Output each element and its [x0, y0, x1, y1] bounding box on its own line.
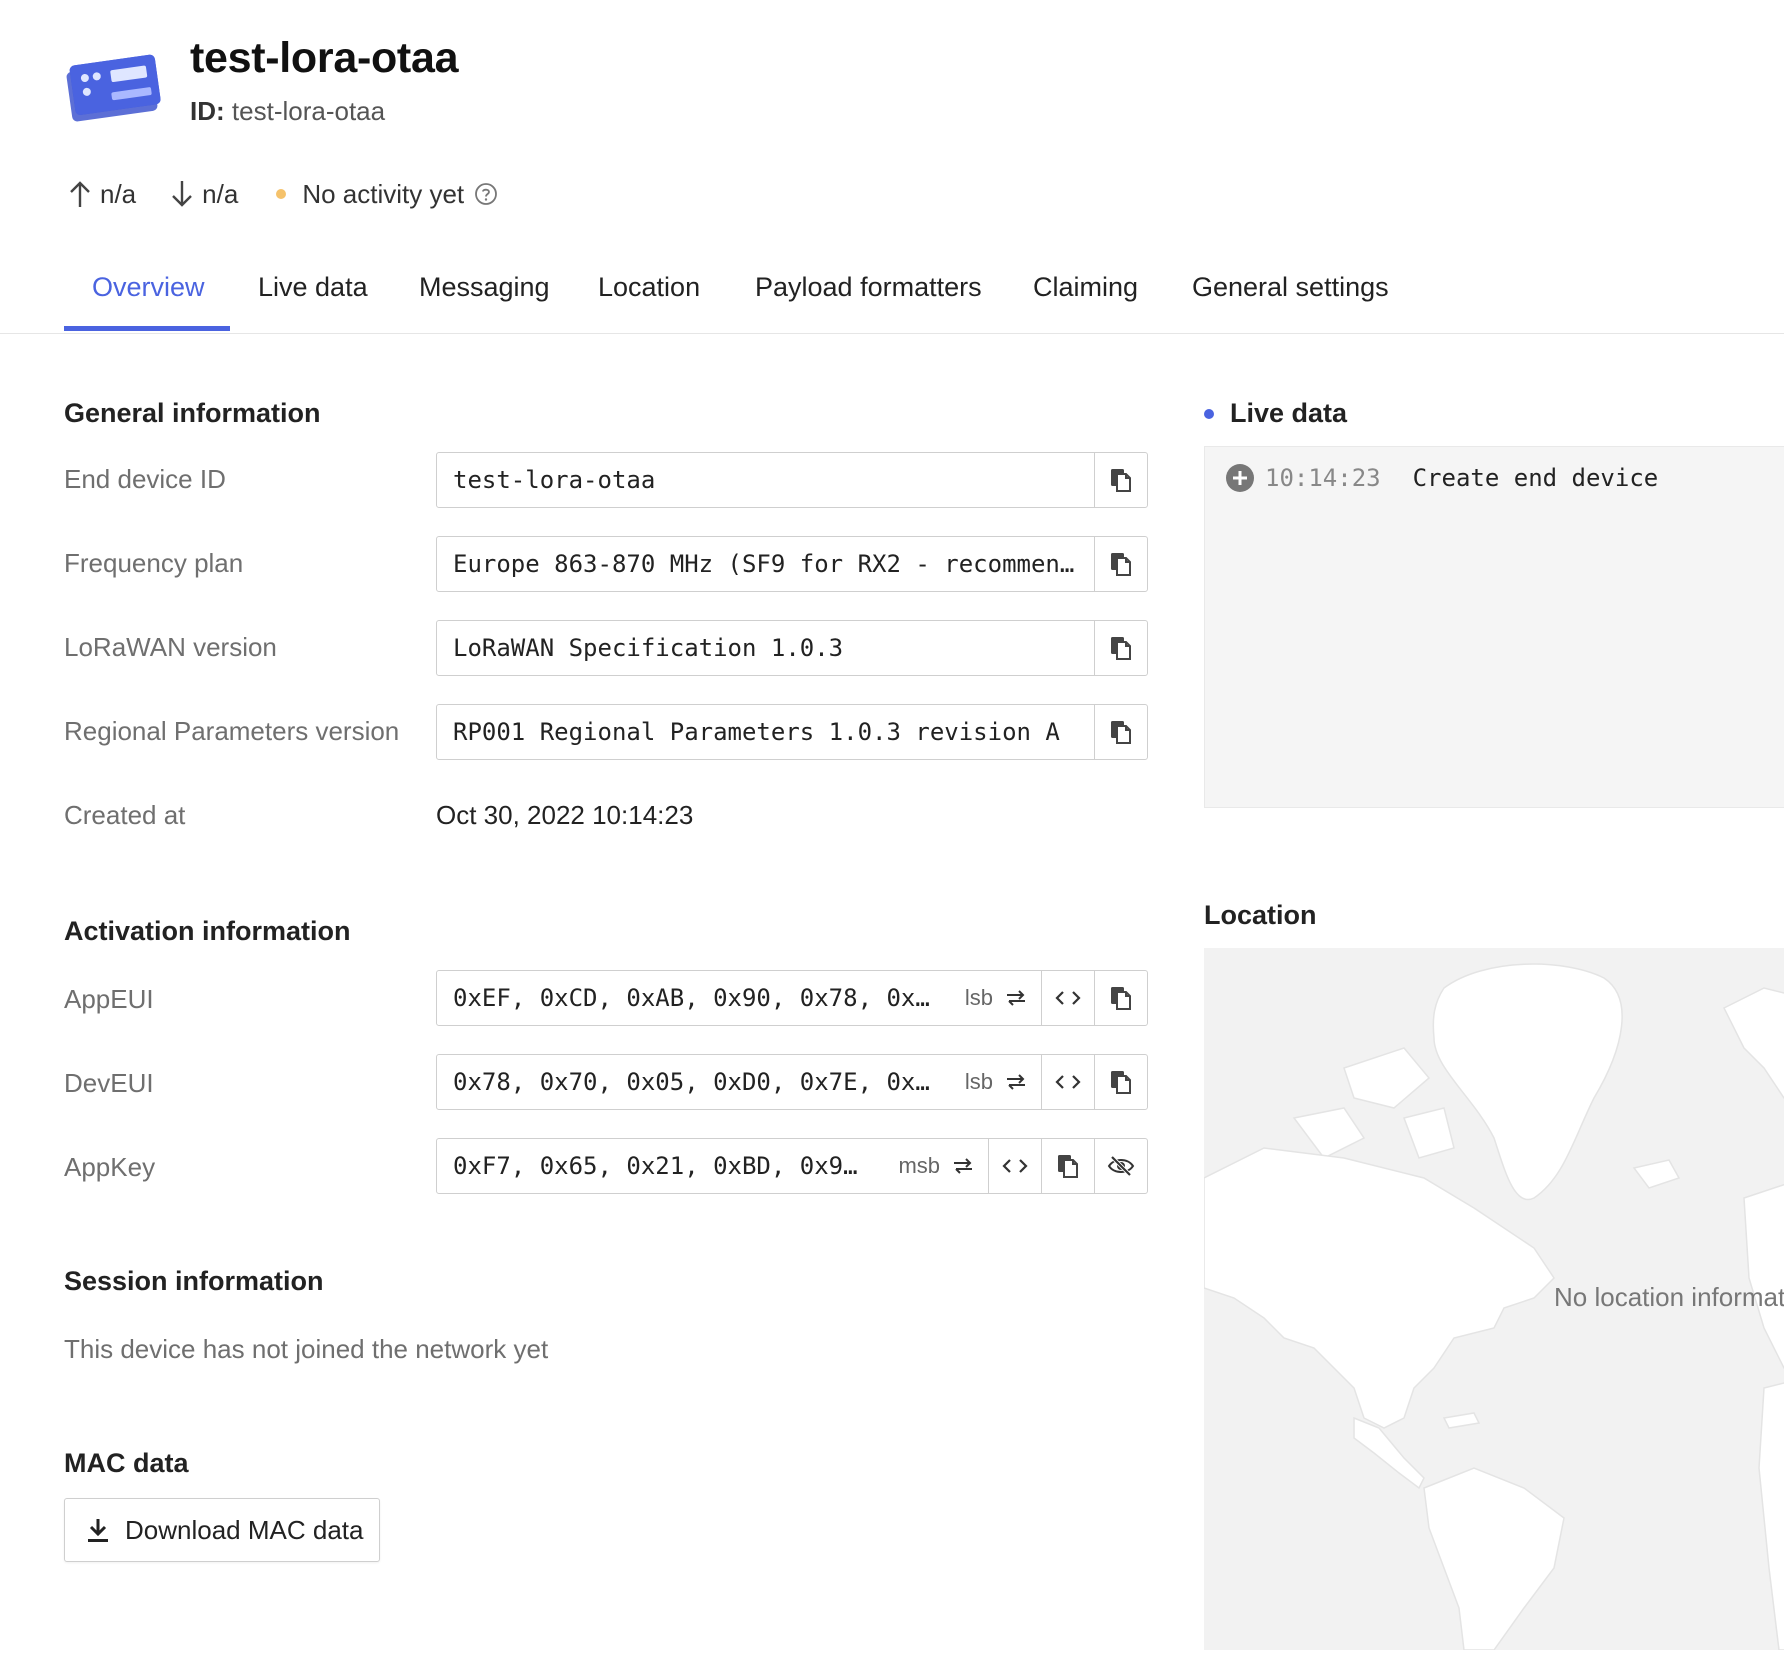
arrow-up-icon: [70, 181, 90, 207]
mac-data-heading: MAC data: [64, 1448, 189, 1478]
regional-params-value: RP001 Regional Parameters 1.0.3 revision…: [453, 718, 1060, 746]
event-text: Create end device: [1412, 464, 1659, 492]
lorawan-version-field: LoRaWAN Specification 1.0.3: [436, 620, 1148, 676]
activity-bar: n/a n/a No activity yet: [66, 176, 498, 212]
end-device-id-value: test-lora-otaa: [453, 466, 656, 494]
appkey-value: 0xF7, 0x65, 0x21, 0xBD, 0x9…: [453, 1152, 858, 1180]
tab-general-settings[interactable]: General settings: [1192, 272, 1389, 334]
toggle-format-button[interactable]: [1042, 1055, 1094, 1109]
byte-order-label: lsb: [964, 985, 993, 1010]
code-icon: [1055, 991, 1081, 1005]
tab-payload-formatters[interactable]: Payload formatters: [755, 272, 982, 334]
event-time: 10:14:23: [1265, 464, 1381, 492]
copy-button[interactable]: [1095, 453, 1147, 507]
location-map[interactable]: No location information: [1204, 948, 1784, 1650]
event-row[interactable]: 10:14:23 Create end device: [1225, 463, 1658, 493]
eye-off-icon: [1107, 1155, 1135, 1177]
end-device-icon: [64, 46, 164, 122]
appeui-label: AppEUI: [64, 984, 154, 1014]
general-info-heading: General information: [64, 398, 321, 428]
help-icon[interactable]: [474, 182, 498, 206]
appeui-value: 0xEF, 0xCD, 0xAB, 0x90, 0x78, 0x…: [453, 984, 930, 1012]
copy-button[interactable]: [1095, 971, 1147, 1025]
code-icon: [1055, 1075, 1081, 1089]
copy-button[interactable]: [1095, 1055, 1147, 1109]
swap-icon: [1007, 990, 1025, 1006]
frequency-plan-field: Europe 863-870 MHz (SF9 for RX2 - recomm…: [436, 536, 1148, 592]
frequency-plan-value: Europe 863-870 MHz (SF9 for RX2 - recomm…: [453, 550, 1075, 578]
status-dot: [276, 189, 287, 199]
created-at-value: Oct 30, 2022 10:14:23: [436, 800, 694, 830]
uplink-stat: n/a: [66, 179, 136, 210]
copy-icon: [1111, 721, 1131, 744]
device-id-line: ID: test-lora-otaa: [190, 96, 385, 127]
lorawan-version-value: LoRaWAN Specification 1.0.3: [453, 634, 844, 662]
deveui-label: DevEUI: [64, 1068, 154, 1098]
copy-icon: [1111, 553, 1131, 576]
live-data-panel[interactable]: 10:14:23 Create end device: [1204, 446, 1784, 808]
copy-button[interactable]: [1095, 537, 1147, 591]
arrow-down-icon: [172, 181, 193, 207]
active-tab-indicator: [64, 326, 230, 331]
end-device-id-field: test-lora-otaa: [436, 452, 1148, 508]
tab-bar: Overview Live data Messaging Location Pa…: [0, 262, 1784, 334]
regional-params-field: RP001 Regional Parameters 1.0.3 revision…: [436, 704, 1148, 760]
deveui-value: 0x78, 0x70, 0x05, 0xD0, 0x7E, 0x…: [453, 1068, 930, 1096]
swap-icon: [954, 1158, 972, 1174]
no-location-message: No location information: [1554, 1282, 1784, 1312]
download-mac-data-button[interactable]: Download MAC data: [64, 1498, 380, 1562]
device-id-value: test-lora-otaa: [231, 96, 386, 126]
live-data-title: Live data: [1230, 398, 1348, 428]
downlink-stat: n/a: [168, 179, 238, 210]
byte-order-label: msb: [898, 1153, 940, 1178]
copy-button[interactable]: [1095, 705, 1147, 759]
download-icon: [88, 1519, 108, 1542]
byte-order-toggle[interactable]: msb: [892, 1139, 988, 1193]
copy-icon: [1111, 987, 1131, 1010]
lorawan-version-label: LoRaWAN version: [64, 632, 277, 662]
deveui-field: 0x78, 0x70, 0x05, 0xD0, 0x7E, 0x… lsb: [436, 1054, 1148, 1110]
live-data-heading: Live data: [1204, 398, 1347, 429]
session-note: This device has not joined the network y…: [64, 1334, 549, 1364]
show-key-button[interactable]: [1095, 1139, 1147, 1193]
copy-icon: [1111, 1071, 1131, 1094]
copy-icon: [1111, 637, 1131, 660]
tab-messaging[interactable]: Messaging: [419, 272, 550, 334]
tab-live-data[interactable]: Live data: [258, 272, 368, 334]
device-id-label: ID:: [190, 96, 225, 126]
swap-icon: [1007, 1074, 1025, 1090]
live-indicator-dot: [1204, 408, 1214, 419]
created-at-label: Created at: [64, 800, 186, 830]
toggle-format-button[interactable]: [1042, 971, 1094, 1025]
copy-button[interactable]: [1095, 621, 1147, 675]
page-title: test-lora-otaa: [190, 34, 459, 82]
copy-icon: [1111, 469, 1131, 492]
frequency-plan-label: Frequency plan: [64, 548, 244, 578]
session-info-heading: Session information: [64, 1266, 324, 1296]
appeui-field: 0xEF, 0xCD, 0xAB, 0x90, 0x78, 0x… lsb: [436, 970, 1148, 1026]
activity-status: No activity yet: [302, 178, 465, 209]
downlink-count: n/a: [202, 178, 239, 209]
appkey-label: AppKey: [64, 1152, 156, 1182]
activation-info-heading: Activation information: [64, 916, 351, 946]
plus-circle-icon: [1226, 464, 1254, 492]
tab-location[interactable]: Location: [598, 272, 700, 334]
tab-overview[interactable]: Overview: [92, 272, 205, 334]
end-device-id-label: End device ID: [64, 464, 226, 494]
code-icon: [1002, 1159, 1028, 1173]
byte-order-toggle[interactable]: lsb: [959, 971, 1041, 1025]
appkey-field: 0xF7, 0x65, 0x21, 0xBD, 0x9… msb: [436, 1138, 1148, 1194]
toggle-format-button[interactable]: [989, 1139, 1041, 1193]
byte-order-toggle[interactable]: lsb: [959, 1055, 1041, 1109]
byte-order-label: lsb: [964, 1069, 993, 1094]
regional-params-label: Regional Parameters version: [64, 716, 400, 746]
tab-claiming[interactable]: Claiming: [1033, 272, 1138, 334]
download-mac-data-label: Download MAC data: [125, 1514, 364, 1545]
copy-icon: [1058, 1155, 1078, 1178]
copy-button[interactable]: [1042, 1139, 1094, 1193]
uplink-count: n/a: [100, 178, 137, 209]
location-heading: Location: [1204, 900, 1317, 930]
